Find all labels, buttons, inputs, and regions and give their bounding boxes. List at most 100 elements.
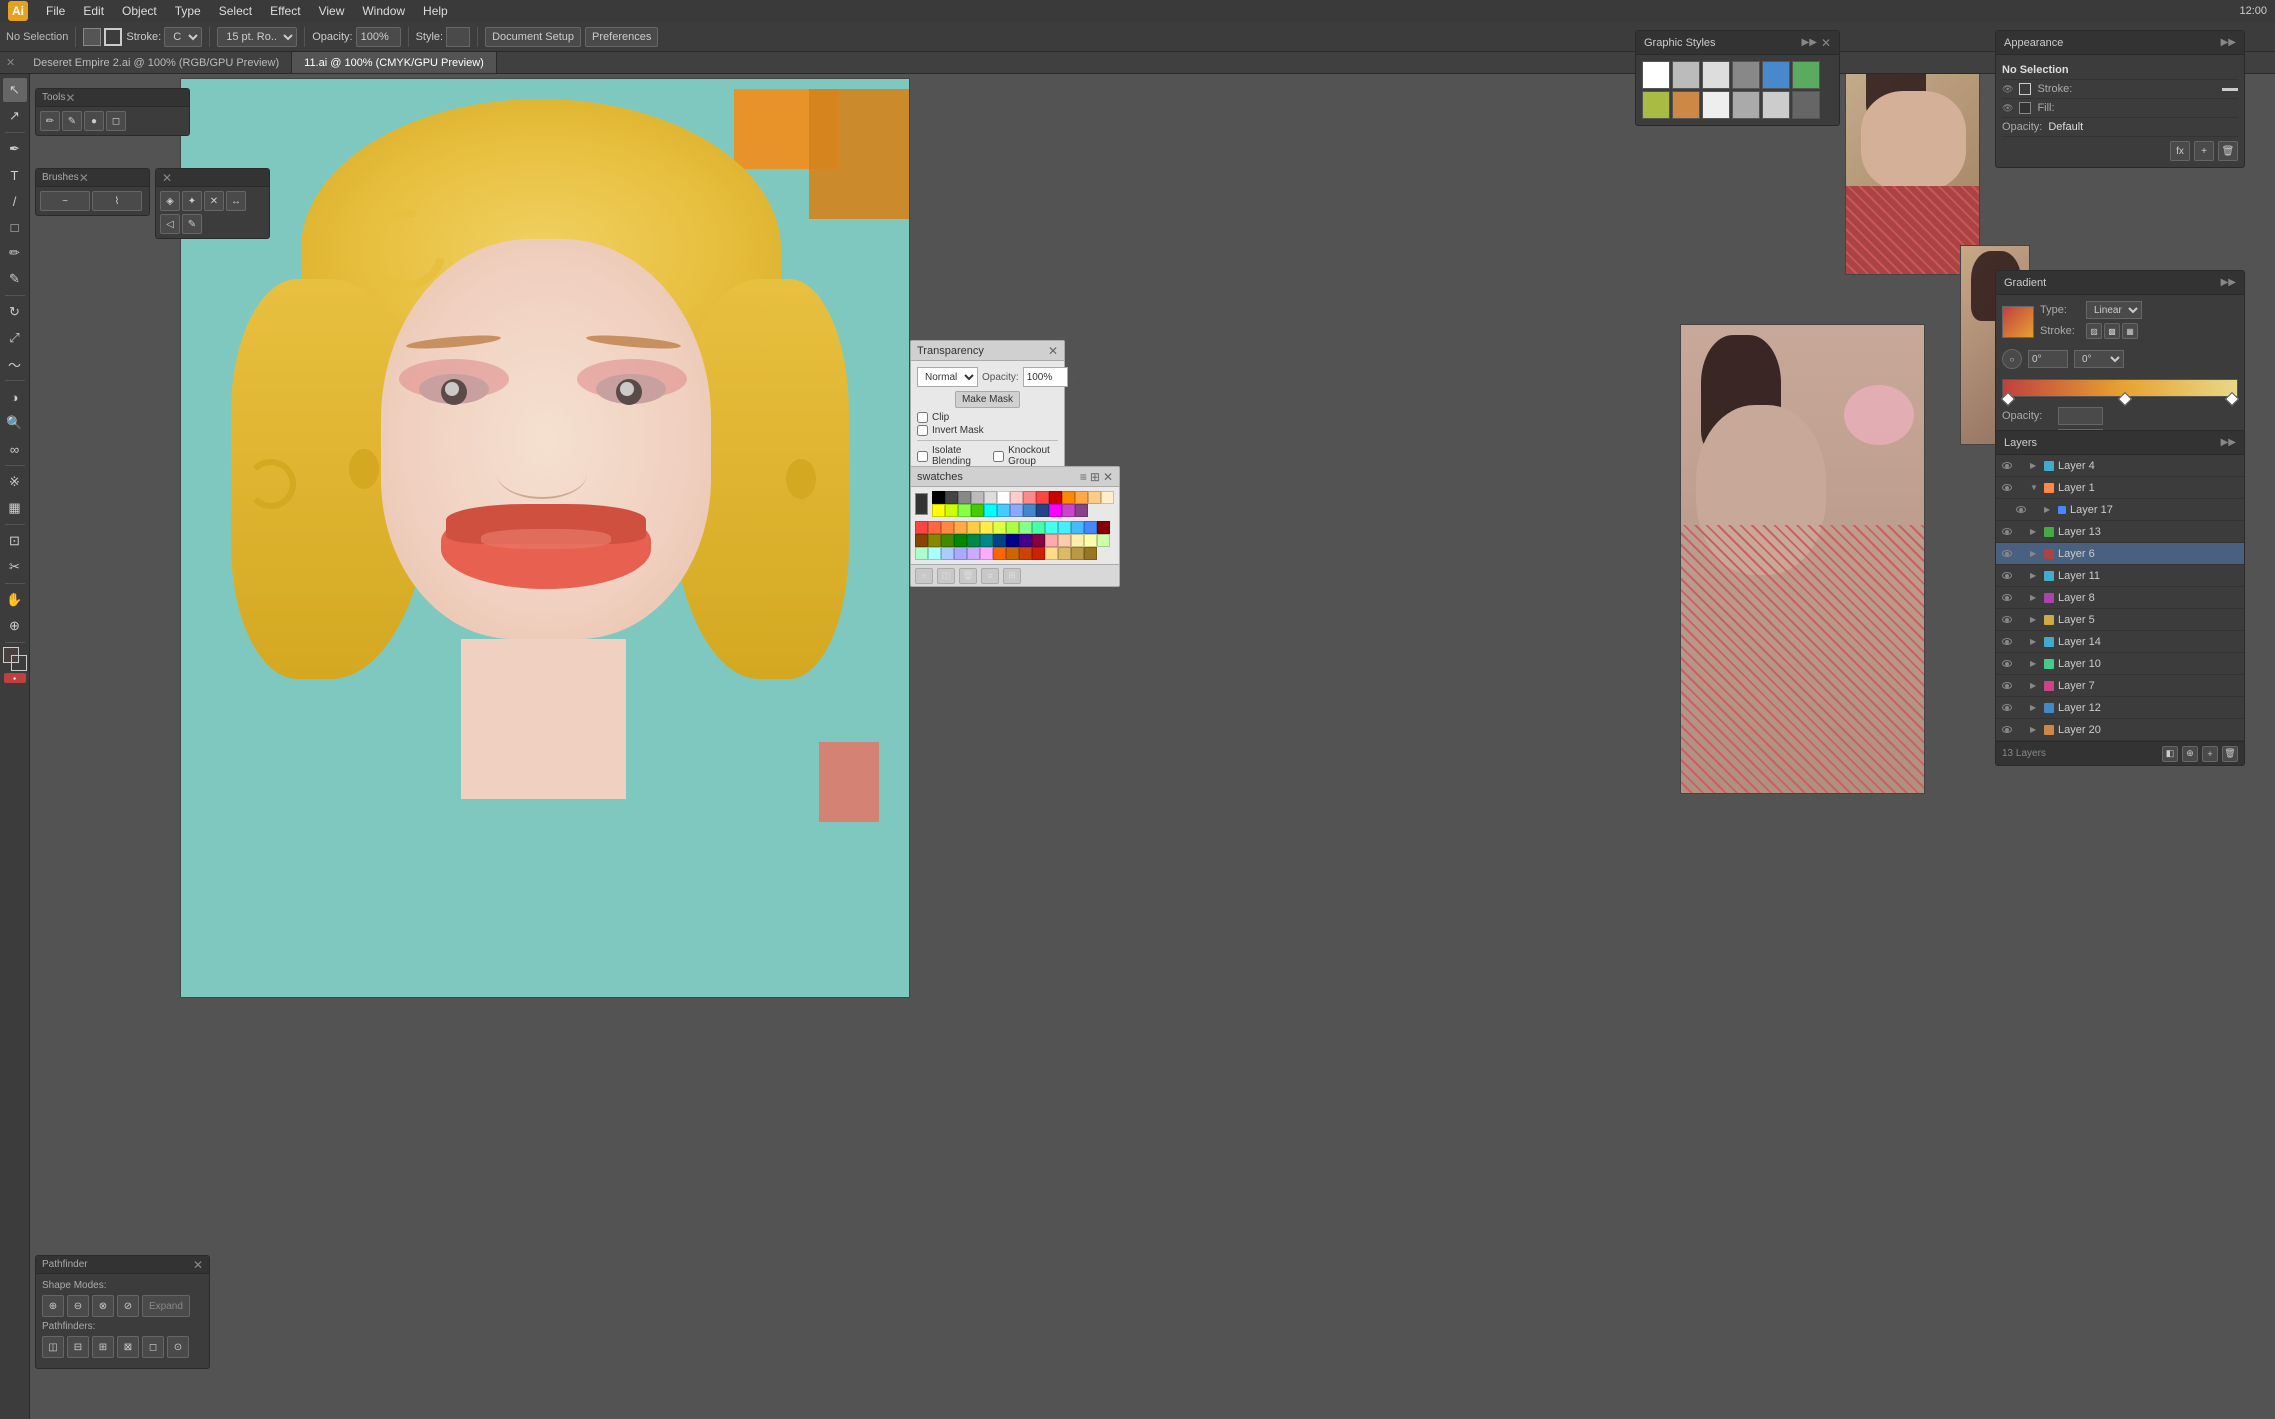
layer-1-lock[interactable]: [2016, 483, 2026, 493]
layer-row-10[interactable]: ▶ Layer 10: [1996, 653, 2244, 675]
mini-tool-2[interactable]: ✦: [182, 191, 202, 211]
sw-d3[interactable]: [928, 534, 941, 547]
canvas-area[interactable]: [30, 74, 2275, 1419]
sw-s2[interactable]: [928, 521, 941, 534]
menu-effect[interactable]: Effect: [262, 2, 308, 20]
layer-13-vis[interactable]: [2002, 528, 2012, 535]
direct-selection-tool[interactable]: ↗: [3, 104, 27, 128]
brush-panel-header[interactable]: Brushes ✕: [36, 169, 149, 187]
document-setup-button[interactable]: Document Setup: [485, 27, 581, 47]
gradient-type-select[interactable]: Linear: [2086, 301, 2142, 319]
sw-dark-gray[interactable]: [945, 491, 958, 504]
make-clipping-mask-btn[interactable]: ◧: [2162, 746, 2178, 762]
sw-orange-light[interactable]: [1075, 491, 1088, 504]
gs-stroke-1[interactable]: ▨: [2086, 323, 2102, 339]
gradient-expand-btn[interactable]: ▶▶: [2221, 277, 2236, 288]
layer-row-14[interactable]: ▶ Layer 14: [1996, 631, 2244, 653]
layer-row-1[interactable]: ▼ Layer 1: [1996, 477, 2244, 499]
swatches-header[interactable]: swatches ≡ ⊞ ✕: [911, 467, 1119, 487]
trim-btn[interactable]: ⊟: [67, 1336, 89, 1358]
sw-pink[interactable]: [1023, 491, 1036, 504]
sw-l4[interactable]: [1084, 534, 1097, 547]
unite-btn[interactable]: ⊕: [42, 1295, 64, 1317]
sw-l2[interactable]: [1058, 534, 1071, 547]
layer-17-expand[interactable]: ▶: [2044, 505, 2054, 514]
sw-orange[interactable]: [1062, 491, 1075, 504]
sw-s4[interactable]: [954, 521, 967, 534]
gs-stroke-3[interactable]: ▦: [2122, 323, 2138, 339]
menu-object[interactable]: Object: [114, 2, 165, 20]
sw-g4[interactable]: [1084, 547, 1097, 560]
preferences-button[interactable]: Preferences: [585, 27, 658, 47]
layer-20-vis[interactable]: [2002, 726, 2012, 733]
sw-l1[interactable]: [1045, 534, 1058, 547]
gradient-angle-select[interactable]: 0°: [2074, 350, 2124, 368]
sw-s9[interactable]: [1019, 521, 1032, 534]
mini-panel-header[interactable]: ✕: [156, 169, 269, 187]
sw-l3[interactable]: [1071, 534, 1084, 547]
sw-d6[interactable]: [967, 534, 980, 547]
sw-s11[interactable]: [1045, 521, 1058, 534]
layer-5-vis[interactable]: [2002, 616, 2012, 623]
layer-row-8[interactable]: ▶ Layer 8: [1996, 587, 2244, 609]
layer-7-lock[interactable]: [2016, 681, 2026, 691]
gs-swatch-12[interactable]: [1792, 91, 1820, 119]
app-add-effect-btn[interactable]: fx: [2170, 141, 2190, 161]
app-fill-row[interactable]: 👁 Fill:: [2002, 99, 2238, 118]
layer-11-vis[interactable]: [2002, 572, 2012, 579]
pathfinder-close-btn[interactable]: ✕: [193, 1258, 203, 1272]
gs-swatch-9[interactable]: [1702, 91, 1730, 119]
layer-row-11[interactable]: ▶ Layer 11: [1996, 565, 2244, 587]
layer-row-13[interactable]: ▶ Layer 13: [1996, 521, 2244, 543]
layer-6-vis[interactable]: [2002, 550, 2012, 557]
sw-d7[interactable]: [980, 534, 993, 547]
menu-help[interactable]: Help: [415, 2, 456, 20]
swatch-special-1[interactable]: [915, 493, 928, 515]
gradient-tool[interactable]: ◑: [3, 385, 27, 409]
line-tool[interactable]: /: [3, 189, 27, 213]
sw-pink-light[interactable]: [1010, 491, 1023, 504]
layer-13-lock[interactable]: [2016, 527, 2026, 537]
sw-green[interactable]: [971, 504, 984, 517]
sw-s8[interactable]: [1006, 521, 1019, 534]
layer-row-20[interactable]: ▶ Layer 20: [1996, 719, 2244, 741]
eyedropper-tool[interactable]: 🔍: [3, 411, 27, 435]
layer-17-lock[interactable]: [2030, 505, 2040, 515]
mini-tool-3[interactable]: ✕: [204, 191, 224, 211]
gs-swatch-3[interactable]: [1702, 61, 1730, 89]
brush-item-1[interactable]: ~: [40, 191, 90, 211]
layer-11-lock[interactable]: [2016, 571, 2026, 581]
transparency-header[interactable]: Transparency ✕: [911, 341, 1064, 361]
sw-s6[interactable]: [980, 521, 993, 534]
graphic-styles-expand-btn[interactable]: ▶▶: [1802, 37, 1817, 48]
appearance-expand-btn[interactable]: ▶▶: [2221, 37, 2236, 48]
menu-window[interactable]: Window: [354, 2, 413, 20]
layer-10-vis[interactable]: [2002, 660, 2012, 667]
tab-11ai[interactable]: 11.ai @ 100% (CMYK/GPU Preview): [292, 52, 497, 73]
gradient-stop-1[interactable]: [2001, 392, 2015, 406]
sw-l10[interactable]: [967, 547, 980, 560]
layer-17-vis[interactable]: [2016, 506, 2026, 513]
sw-cream[interactable]: [1101, 491, 1114, 504]
sw-l9[interactable]: [954, 547, 967, 560]
sw-s3[interactable]: [941, 521, 954, 534]
layer-10-lock[interactable]: [2016, 659, 2026, 669]
zoom-tool[interactable]: ⊕: [3, 614, 27, 638]
layer-8-lock[interactable]: [2016, 593, 2026, 603]
sw-magenta[interactable]: [1049, 504, 1062, 517]
layer-12-lock[interactable]: [2016, 703, 2026, 713]
layer-row-5[interactable]: ▶ Layer 5: [1996, 609, 2244, 631]
sw-dark-blue[interactable]: [1036, 504, 1049, 517]
knockout-group-checkbox[interactable]: [993, 451, 1004, 462]
draw-mode-btn[interactable]: ▪: [4, 673, 26, 683]
expand-btn[interactable]: Expand: [142, 1295, 190, 1317]
gradient-stop-2[interactable]: [2118, 392, 2132, 406]
layers-header[interactable]: Layers ▶▶: [1996, 431, 2244, 455]
swatches-grid-view-btn[interactable]: ⊞: [1090, 470, 1100, 484]
paintbrush-tool[interactable]: ✏: [3, 241, 27, 265]
stroke-color-preview[interactable]: [104, 28, 122, 46]
fill-stroke-indicator[interactable]: [3, 647, 27, 671]
sw-s14[interactable]: [1084, 521, 1097, 534]
artboard-tool[interactable]: ⊡: [3, 529, 27, 553]
sw-sky-blue[interactable]: [997, 504, 1010, 517]
